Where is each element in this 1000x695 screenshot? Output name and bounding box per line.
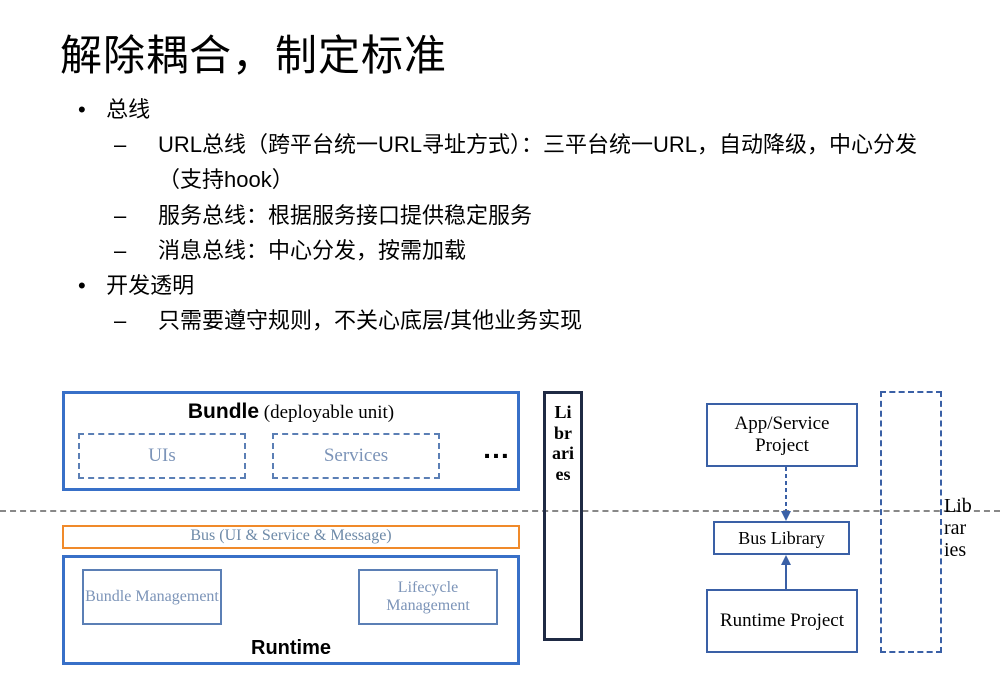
- bullet-dev-item: 只需要遵守规则，不关心底层/其他业务实现: [136, 303, 946, 338]
- lifecycle-management-box: Lifecycle Management: [358, 569, 498, 625]
- services-box: Services: [272, 433, 440, 479]
- bundle-management-box: Bundle Management: [82, 569, 222, 625]
- bullet-dev: 开发透明: [106, 273, 194, 298]
- bus-library-box: Bus Library: [713, 521, 850, 555]
- slide: 解除耦合，制定标准 总线 URL总线（跨平台统一URL寻址方式）：三平台统一UR…: [0, 0, 1000, 695]
- libraries-box-left: Libraries: [543, 391, 583, 641]
- uis-box: UIs: [78, 433, 246, 479]
- bullet-bus-item: 消息总线：中心分发，按需加载: [136, 233, 946, 268]
- bundle-title: Bundle (deployable unit): [65, 400, 517, 424]
- libraries-left-label: Libraries: [546, 402, 580, 485]
- bullet-list: 总线 URL总线（跨平台统一URL寻址方式）：三平台统一URL，自动降级，中心分…: [78, 92, 946, 338]
- bus-bar: Bus (UI & Service & Message): [62, 525, 520, 549]
- bullet-bus-item: URL总线（跨平台统一URL寻址方式）：三平台统一URL，自动降级，中心分发（支…: [136, 127, 946, 197]
- libraries-box-right: [880, 391, 942, 653]
- ellipsis: …: [482, 433, 512, 465]
- bullet-bus-item: 服务总线：根据服务接口提供稳定服务: [136, 198, 946, 233]
- horizontal-divider: [0, 510, 1000, 512]
- architecture-diagram: Bundle (deployable unit) UIs Services … …: [0, 389, 1000, 689]
- runtime-title: Runtime: [62, 637, 520, 660]
- slide-title: 解除耦合，制定标准: [60, 22, 447, 83]
- bullet-bus: 总线: [106, 97, 150, 122]
- libraries-right-label: Libraries: [944, 495, 994, 561]
- runtime-project-box: Runtime Project: [706, 589, 858, 653]
- app-service-project-box: App/Service Project: [706, 403, 858, 467]
